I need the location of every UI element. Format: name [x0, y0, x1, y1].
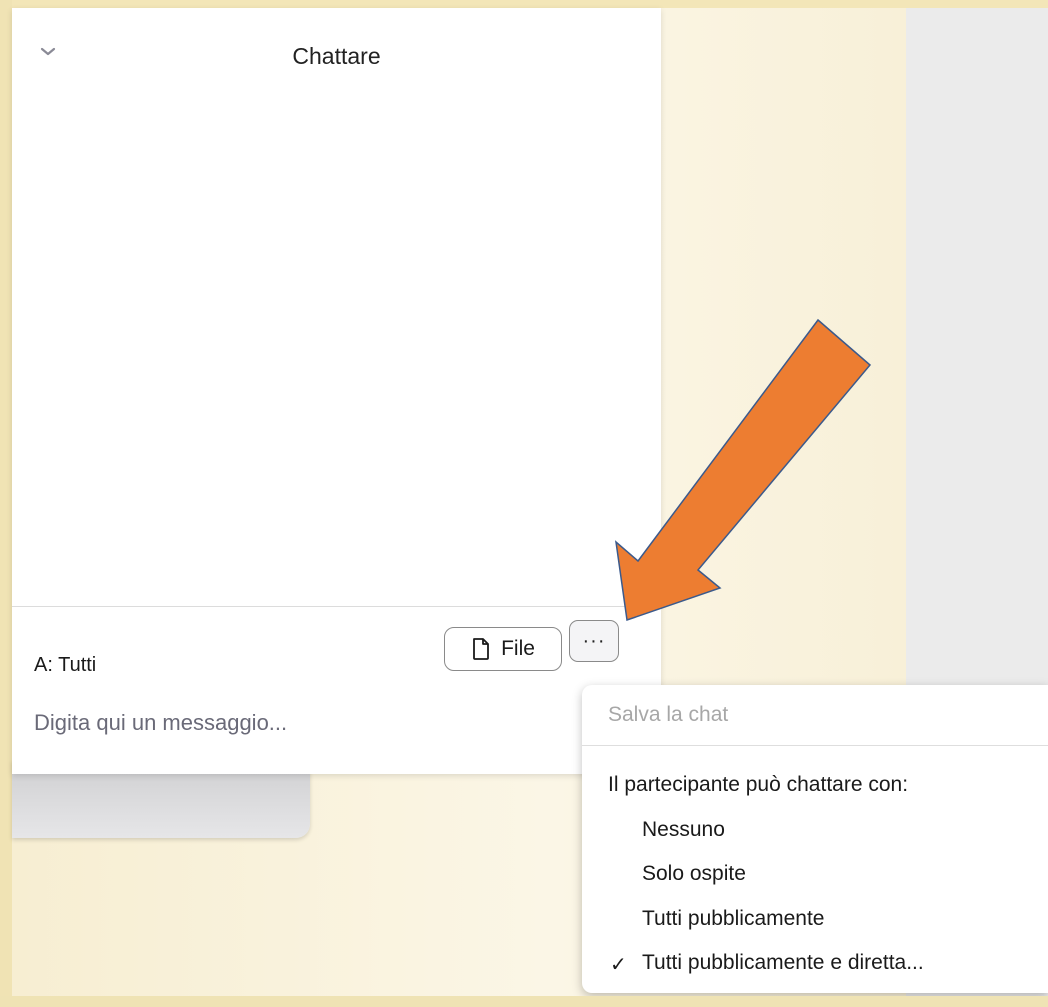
- more-options-button[interactable]: ···: [569, 620, 619, 662]
- menu-separator: [582, 745, 1048, 746]
- file-icon: [473, 638, 489, 660]
- option-tutti-pubblicamente[interactable]: Tutti pubblicamente: [642, 907, 825, 931]
- option-tutti-pubblicamente-e-diretta[interactable]: Tutti pubblicamente e diretta...: [642, 951, 924, 975]
- recipient-label[interactable]: A: Tutti: [34, 654, 96, 677]
- option-solo-ospite[interactable]: Solo ospite: [642, 862, 746, 886]
- save-chat-item: Salva la chat: [608, 703, 729, 726]
- checkmark-icon: ✓: [610, 954, 627, 976]
- file-button-label: File: [501, 637, 535, 660]
- chat-panel: Chattare A: Tutti File Digita qui un mes…: [12, 8, 661, 774]
- background-bottom: [0, 996, 1048, 1007]
- option-nessuno[interactable]: Nessuno: [642, 818, 725, 842]
- divider: [12, 606, 661, 607]
- chat-options-menu: Salva la chat Il partecipante può chatta…: [582, 685, 1048, 993]
- file-button[interactable]: File: [444, 627, 562, 671]
- background-top: [0, 0, 1048, 8]
- arrow-shape: [614, 318, 872, 622]
- background-left: [0, 0, 12, 1007]
- menu-section-header: Il partecipante può chattare con:: [608, 773, 909, 796]
- orange-arrow-annotation: [614, 318, 872, 622]
- chat-title: Chattare: [292, 43, 381, 69]
- message-input[interactable]: Digita qui un messaggio...: [34, 710, 287, 736]
